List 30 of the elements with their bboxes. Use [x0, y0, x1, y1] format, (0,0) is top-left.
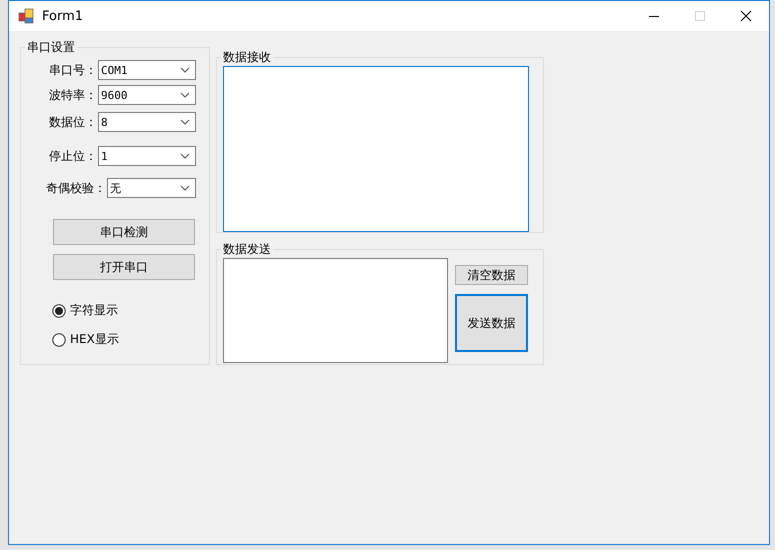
window-title: Form1: [42, 8, 84, 24]
chevron-down-icon: [180, 185, 190, 191]
field-label: 停止位：: [49, 148, 97, 164]
form-icon: [18, 8, 34, 24]
dropdown[interactable]: 无: [107, 178, 196, 198]
chevron-down-icon: [180, 119, 190, 125]
radio-option[interactable]: HEX显示: [52, 331, 119, 348]
action-button[interactable]: 打开串口: [53, 254, 195, 280]
field-label: 奇偶校验：: [46, 180, 106, 196]
action-button[interactable]: 发送数据: [455, 294, 528, 352]
dropdown[interactable]: 9600: [98, 85, 196, 105]
dropdown[interactable]: COM1: [98, 60, 196, 80]
chevron-down-icon: [180, 153, 190, 159]
receive-textbox[interactable]: [223, 66, 529, 232]
action-button[interactable]: 串口检测: [53, 219, 195, 245]
field-label: 波特率：: [49, 86, 97, 104]
send-textbox[interactable]: [223, 258, 448, 363]
field-label: 串口号：: [49, 62, 97, 78]
action-button[interactable]: 清空数据: [455, 265, 528, 285]
dropdown[interactable]: 8: [98, 112, 196, 132]
group-title: 数据接收: [222, 49, 272, 66]
field-label: 数据位：: [49, 114, 97, 130]
radio-option[interactable]: 字符显示: [52, 302, 118, 319]
group-title: 数据发送: [222, 241, 272, 258]
chevron-down-icon: [180, 67, 190, 73]
dropdown[interactable]: 1: [98, 146, 196, 166]
chevron-down-icon: [180, 92, 190, 98]
group-title: 串口设置: [26, 39, 76, 56]
close-icon: [740, 10, 752, 22]
maximize-icon: [694, 10, 706, 22]
